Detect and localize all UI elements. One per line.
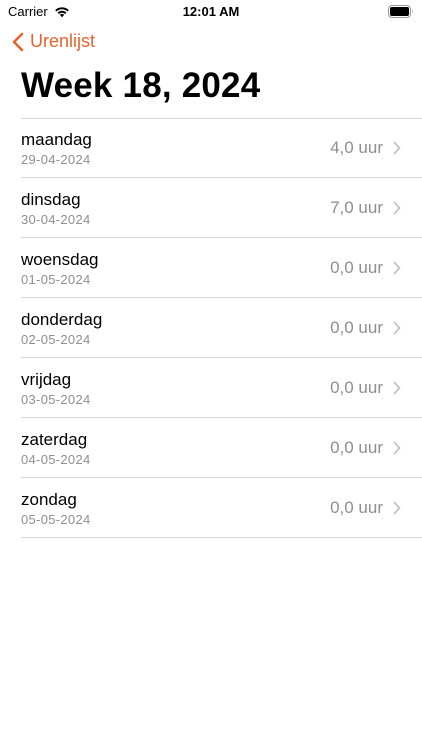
chevron-right-icon xyxy=(393,501,401,515)
list-item-thursday[interactable]: donderdag 02-05-2024 0,0 uur xyxy=(0,298,422,358)
chevron-right-icon xyxy=(393,261,401,275)
day-hours: 0,0 uur xyxy=(330,258,383,277)
day-date: 01-05-2024 xyxy=(21,272,91,287)
day-name: zaterdag xyxy=(21,430,88,449)
list-item-tuesday[interactable]: dinsdag 30-04-2024 7,0 uur xyxy=(0,178,422,238)
chevron-left-icon xyxy=(12,32,24,52)
day-list: maandag 29-04-2024 4,0 uur dinsdag 30-04… xyxy=(0,118,422,538)
day-date: 03-05-2024 xyxy=(21,392,91,407)
day-date: 05-05-2024 xyxy=(21,512,91,527)
chevron-right-icon xyxy=(393,381,401,395)
back-button[interactable]: Urenlijst xyxy=(12,31,95,52)
chevron-right-icon xyxy=(393,201,401,215)
day-hours: 0,0 uur xyxy=(330,378,383,397)
back-button-label: Urenlijst xyxy=(30,31,96,51)
list-item-saturday[interactable]: zaterdag 04-05-2024 0,0 uur xyxy=(0,418,422,478)
day-date: 29-04-2024 xyxy=(21,152,91,167)
chevron-right-icon xyxy=(393,141,401,155)
day-name: zondag xyxy=(21,490,77,509)
clock: 12:01 AM xyxy=(182,4,240,19)
day-name: vrijdag xyxy=(21,370,72,389)
chevron-right-icon xyxy=(393,321,401,335)
day-hours: 4,0 uur xyxy=(330,138,383,157)
day-date: 02-05-2024 xyxy=(21,332,91,347)
status-bar: Carrier 12:01 AM xyxy=(0,0,422,24)
battery-icon xyxy=(388,5,414,18)
list-item-monday[interactable]: maandag 29-04-2024 4,0 uur xyxy=(0,118,422,178)
page-title: Week 18, 2024 xyxy=(21,66,261,105)
day-date: 04-05-2024 xyxy=(21,452,91,467)
day-hours: 0,0 uur xyxy=(330,318,383,337)
day-name: dinsdag xyxy=(21,190,81,209)
day-hours: 7,0 uur xyxy=(330,198,383,217)
list-item-friday[interactable]: vrijdag 03-05-2024 0,0 uur xyxy=(0,358,422,418)
day-name: woensdag xyxy=(21,250,99,269)
day-date: 30-04-2024 xyxy=(21,212,91,227)
day-name: donderdag xyxy=(21,310,103,329)
list-item-sunday[interactable]: zondag 05-05-2024 0,0 uur xyxy=(0,478,422,538)
list-item-wednesday[interactable]: woensdag 01-05-2024 0,0 uur xyxy=(0,238,422,298)
chevron-right-icon xyxy=(393,441,401,455)
day-hours: 0,0 uur xyxy=(330,438,383,457)
day-hours: 0,0 uur xyxy=(330,498,383,517)
day-name: maandag xyxy=(21,130,92,149)
